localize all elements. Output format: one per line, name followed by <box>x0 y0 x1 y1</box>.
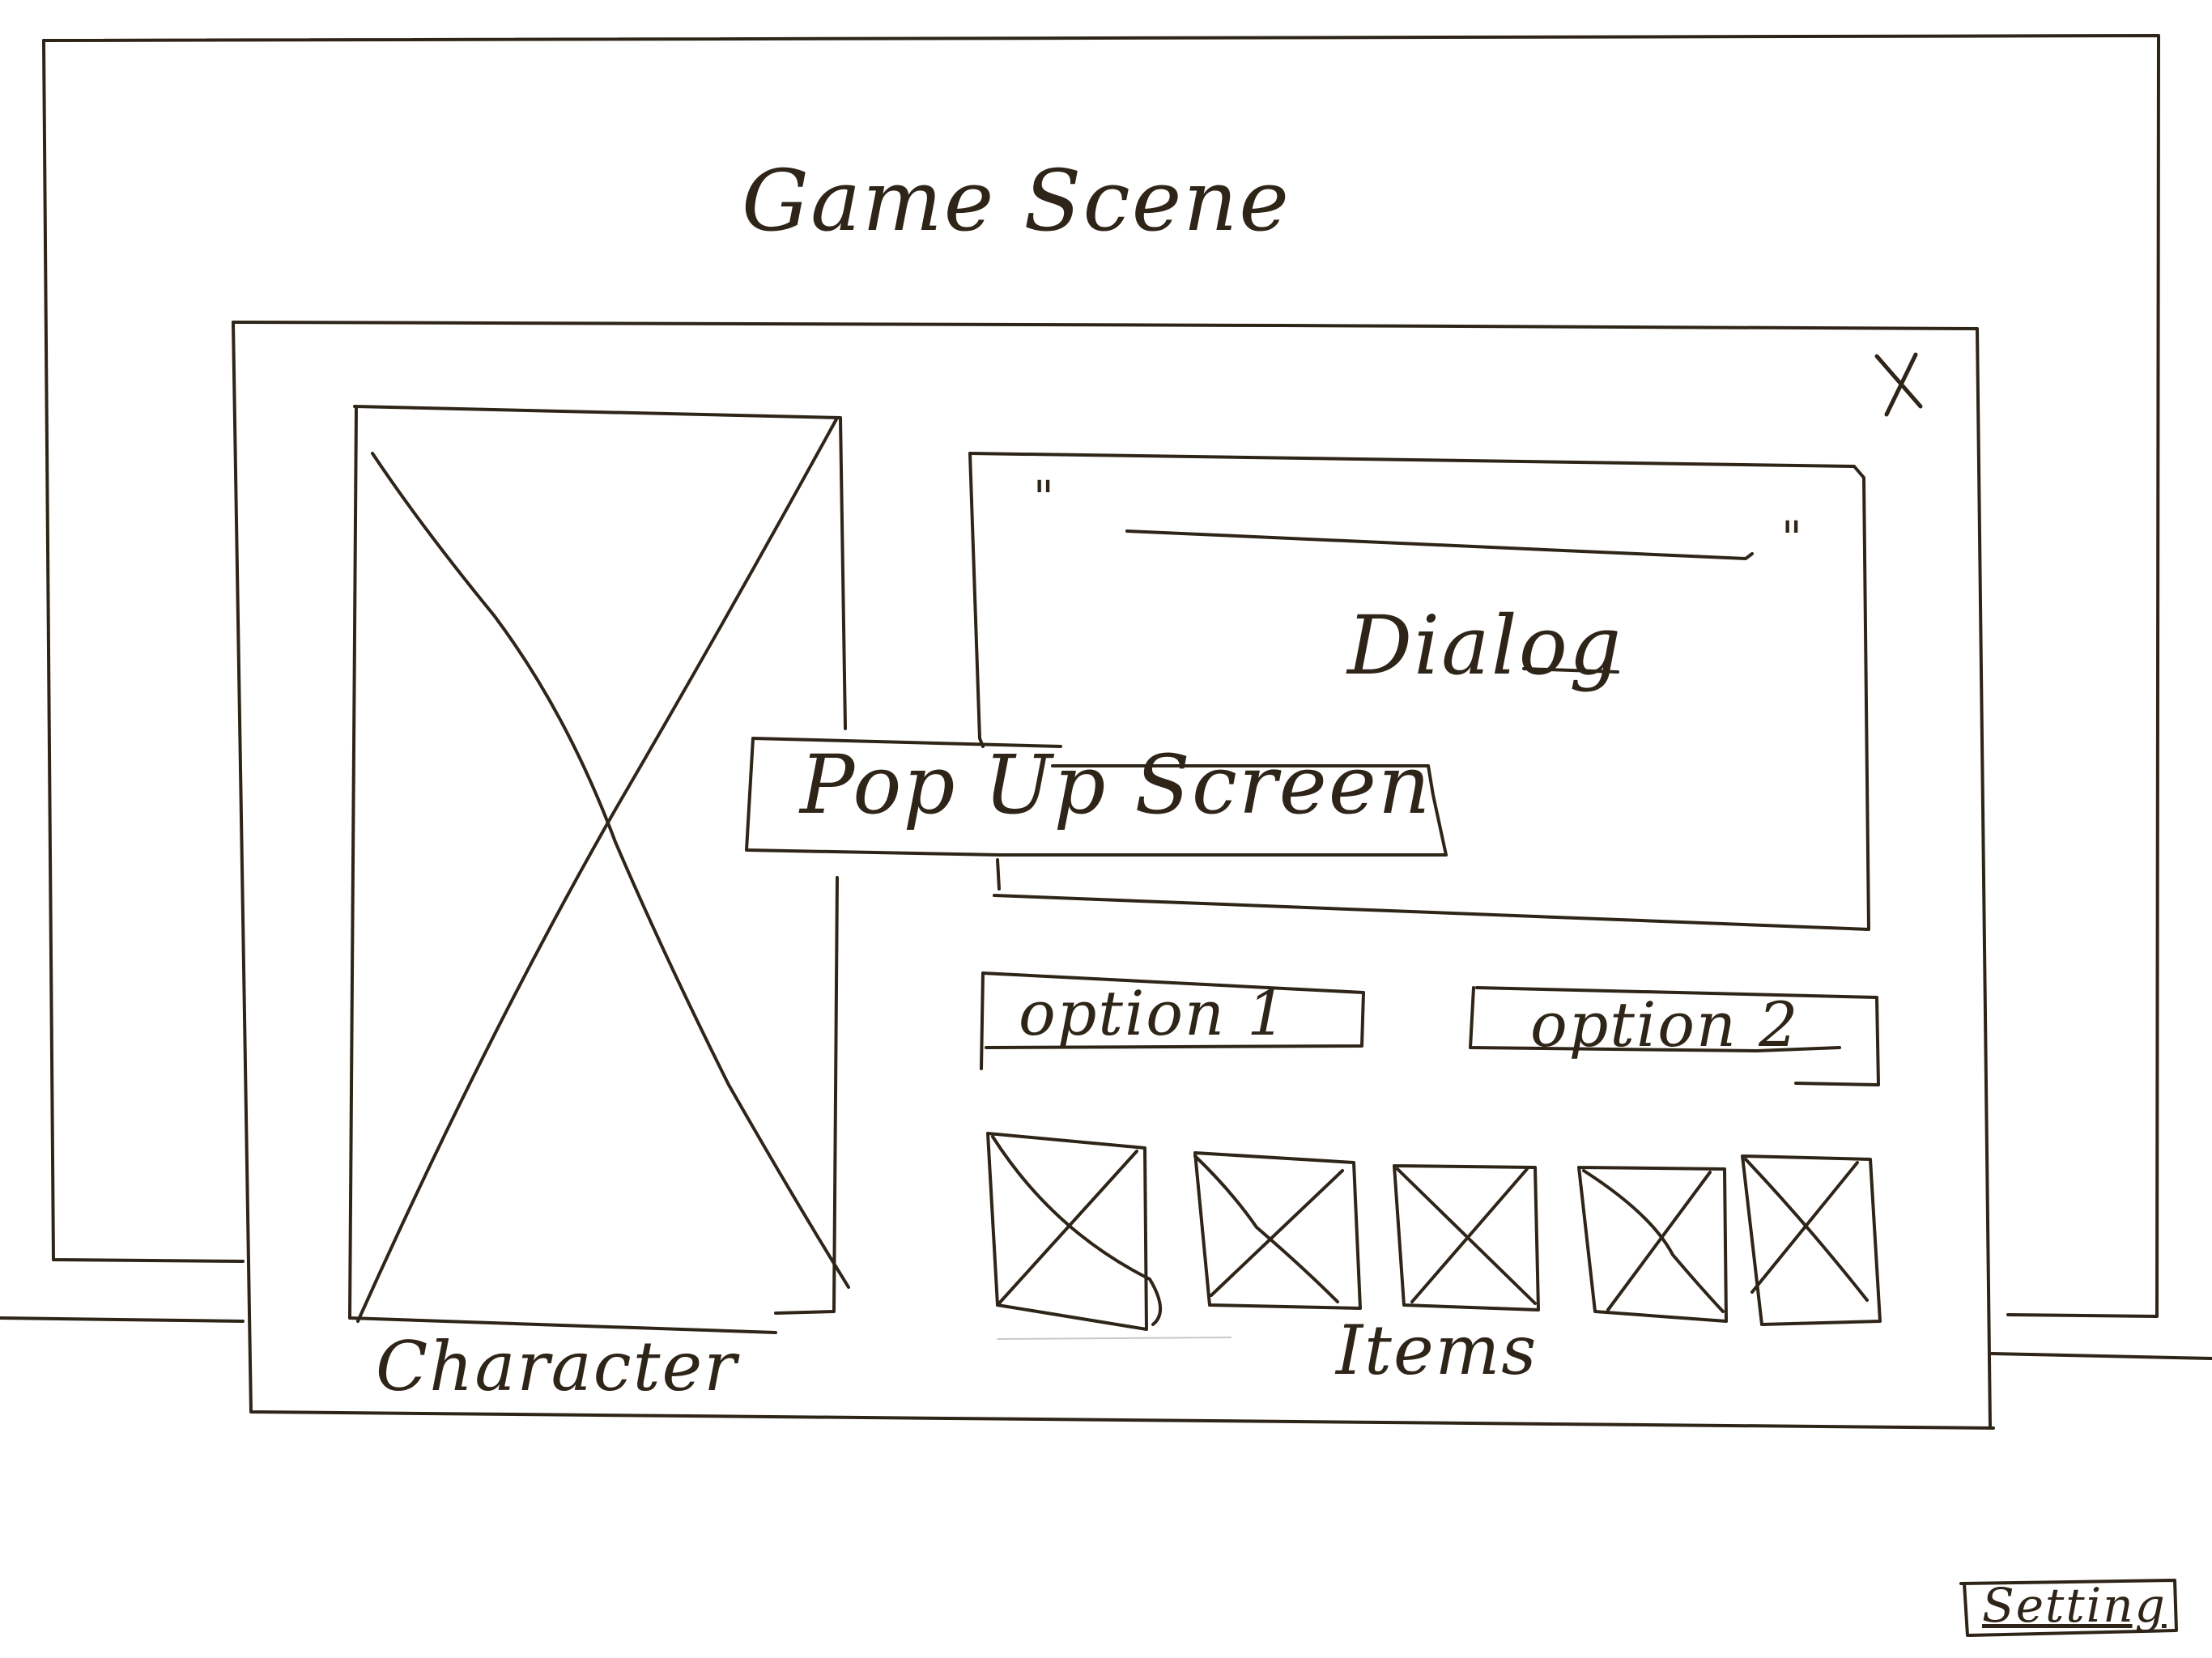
items-label: Items <box>1336 1311 1538 1390</box>
popup-title: Pop Up Screen <box>800 738 1432 832</box>
character-label: Character <box>376 1327 738 1406</box>
character-portrait <box>348 405 850 1336</box>
item-slot-4[interactable] <box>1576 1164 1729 1324</box>
option-1-button[interactable] <box>980 971 1367 1072</box>
game-scene-title: Game Scene <box>742 151 1291 250</box>
dialog-quote-close: " <box>1781 512 1804 565</box>
setting-button[interactable] <box>1959 1577 2180 1639</box>
dialog-quote-open: " <box>1033 472 1056 525</box>
item-slot-5[interactable] <box>1739 1153 1883 1328</box>
item-slot-1[interactable] <box>985 1130 1150 1331</box>
item-slot-3[interactable] <box>1391 1163 1542 1313</box>
dialog-label: Dialog <box>1347 598 1623 693</box>
option-2-button[interactable] <box>1469 984 1882 1088</box>
close-button[interactable] <box>1862 343 1937 427</box>
item-slot-2[interactable] <box>1190 1150 1363 1312</box>
